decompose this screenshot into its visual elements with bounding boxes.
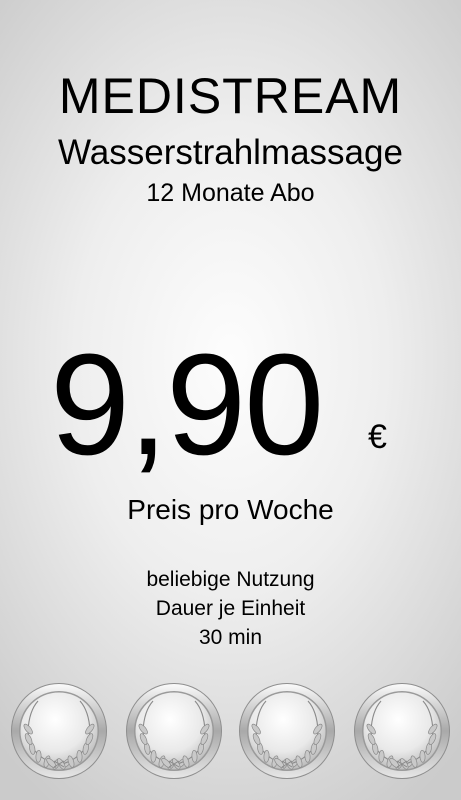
laurel-wreath-medal-icon (354, 683, 450, 779)
product-name: Wasserstrahlmassage (58, 133, 403, 172)
price-unit: Preis pro Woche (127, 494, 334, 525)
brand-title: MEDISTREAM (58, 68, 403, 124)
laurel-wreath-medal-icon (239, 683, 335, 779)
duration-value: 30 min (198, 626, 263, 649)
laurel-wreath-medal-icon (11, 683, 107, 779)
price-amount: 9,90 (50, 324, 324, 485)
laurel-wreath-medal-icon (126, 683, 222, 779)
duration-label: Dauer je Einheit (155, 597, 306, 620)
subscription-term: 12 Monate Abo (146, 179, 315, 207)
medal-row (0, 681, 461, 781)
price-currency: € (368, 418, 387, 456)
usage-text: beliebige Nutzung (146, 568, 315, 591)
